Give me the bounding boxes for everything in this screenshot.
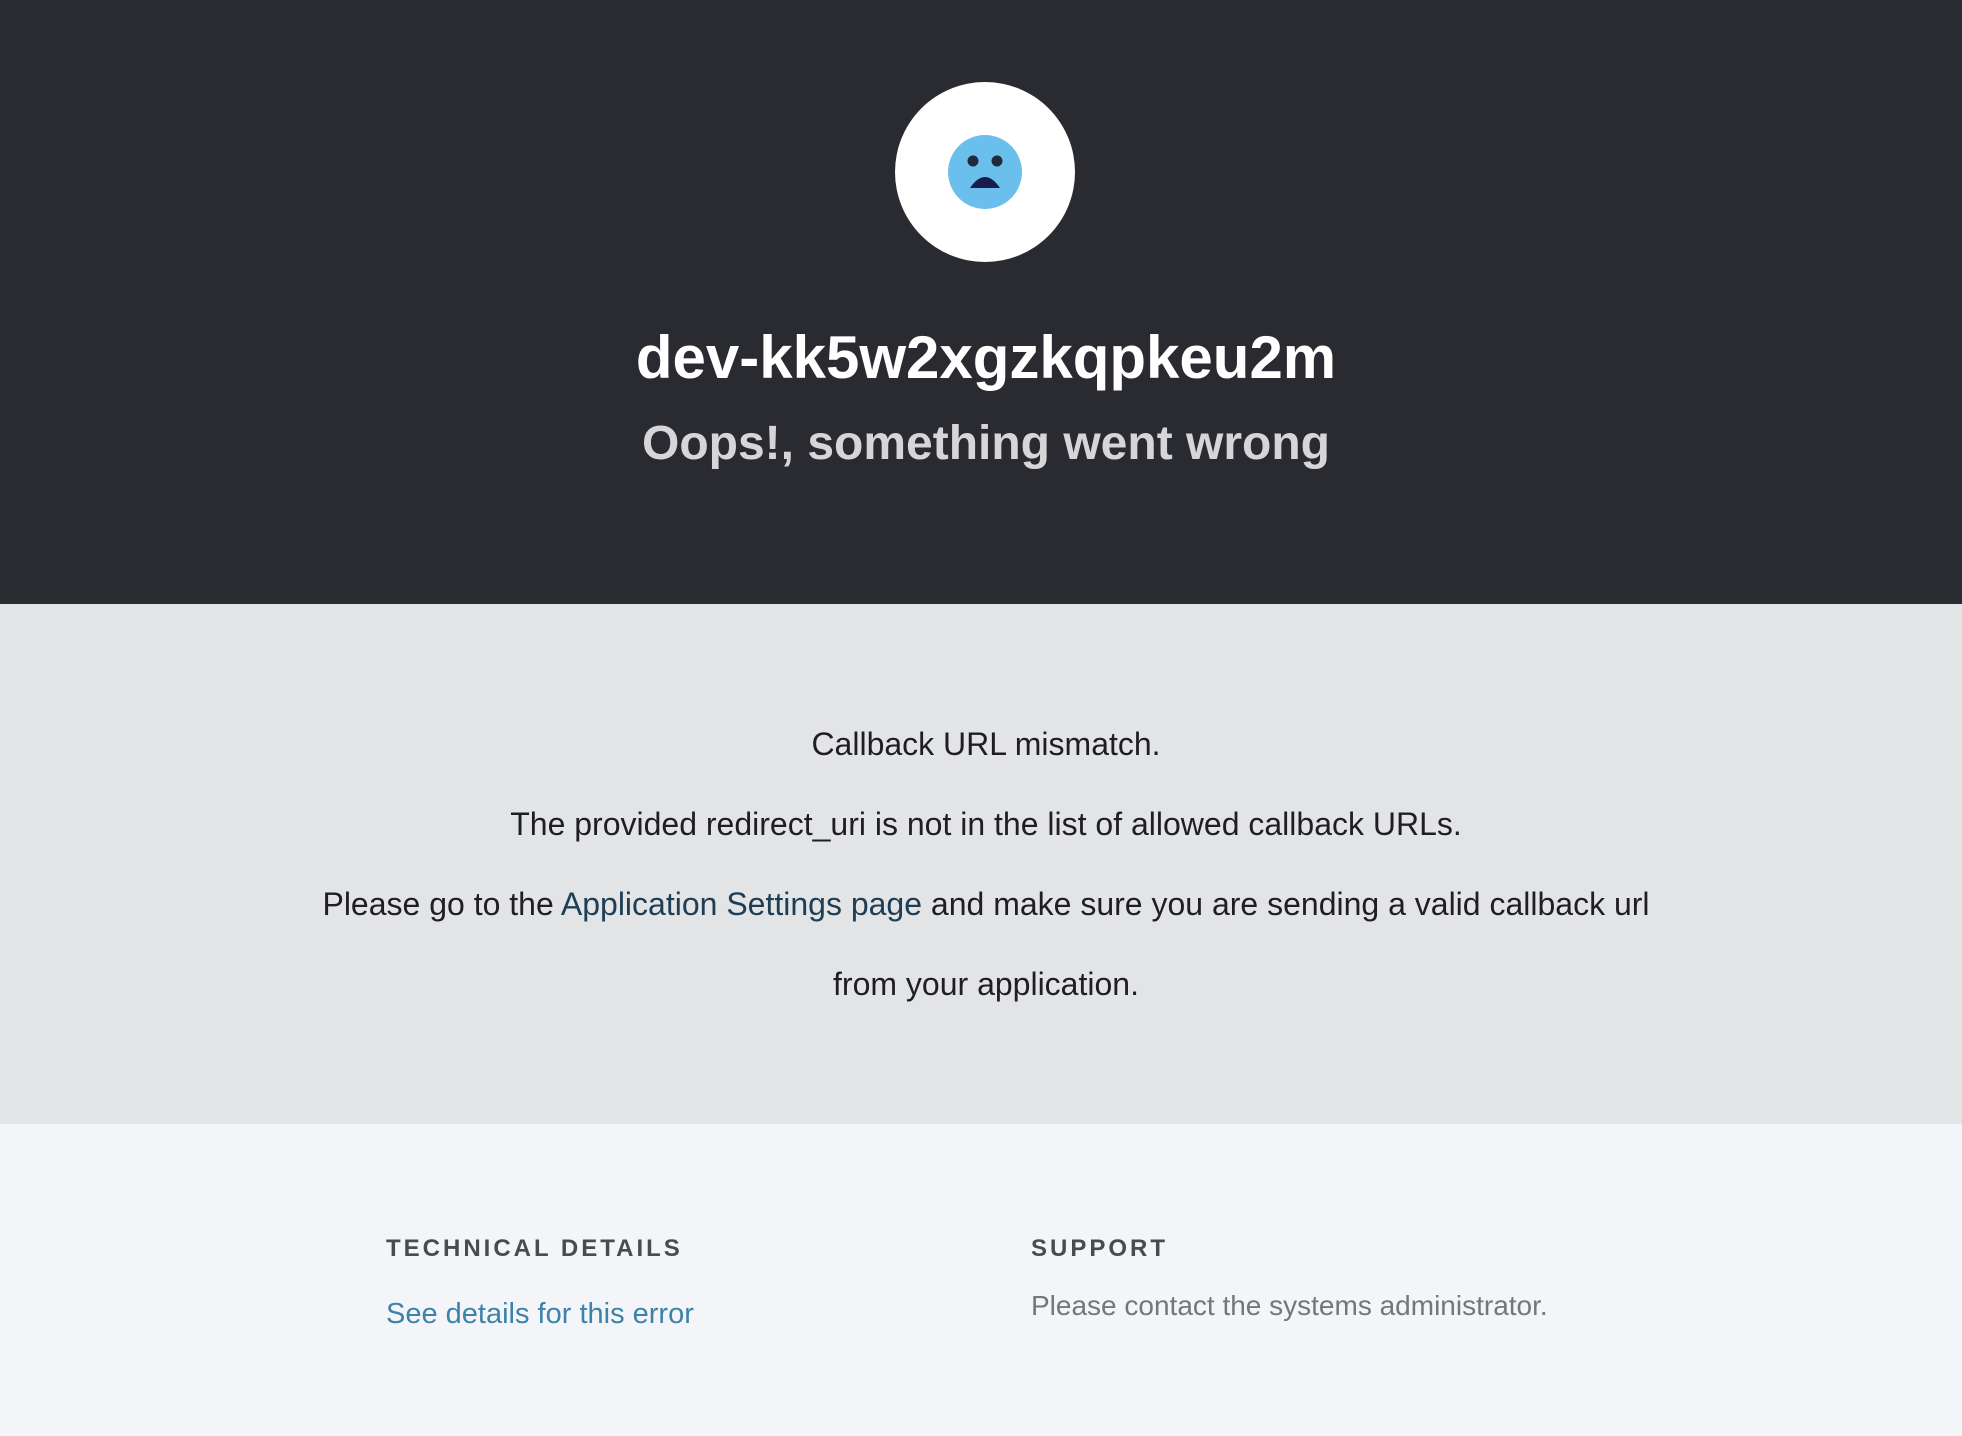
error-instruction-continued: from your application. — [833, 966, 1139, 1002]
tenant-name: dev-kk5w2xgzkqpkeu2m — [635, 324, 1337, 391]
sad-face-icon — [948, 135, 1022, 209]
error-subtitle: Oops!, something went wrong — [642, 417, 1330, 470]
error-message-panel — [0, 604, 1962, 1124]
error-title: Callback URL mismatch. — [811, 726, 1161, 762]
error-instruction: Please go to the Application Settings pa… — [0, 884, 1962, 924]
instruction-suffix: and make sure you are sending a valid ca… — [922, 886, 1650, 922]
support-text: Please contact the systems administrator… — [1031, 1290, 1548, 1321]
header-banner — [0, 0, 1962, 604]
technical-details-section: TECHNICAL DETAILS — [386, 1234, 683, 1264]
avatar — [895, 82, 1075, 262]
see-details-link[interactable]: See details for this error — [386, 1296, 694, 1332]
support-section: SUPPORT — [1031, 1234, 1168, 1264]
technical-details-title: TECHNICAL DETAILS — [386, 1235, 683, 1262]
support-title: SUPPORT — [1031, 1235, 1169, 1262]
instruction-prefix: Please go to the — [322, 886, 561, 922]
error-description: The provided redirect_uri is not in the … — [510, 806, 1462, 842]
application-settings-link[interactable]: Application Settings page — [561, 886, 922, 922]
